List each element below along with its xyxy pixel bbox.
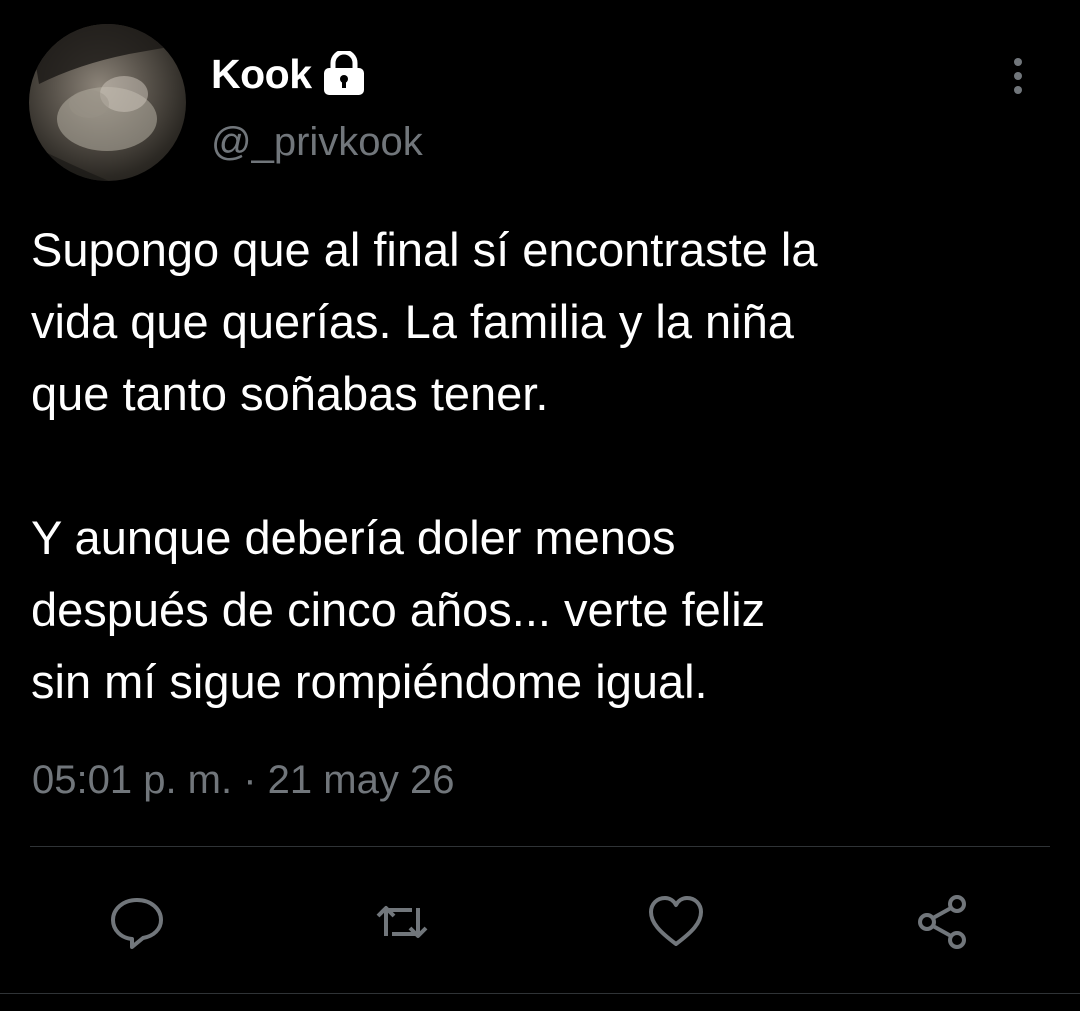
retweet-icon — [376, 906, 428, 938]
timestamp-row: 05:01 p. m. · 21 may 26 — [32, 758, 454, 803]
share-button[interactable] — [913, 892, 973, 952]
tweet-date[interactable]: 21 may 26 — [268, 758, 455, 802]
author-handle[interactable]: @_privkook — [211, 120, 423, 165]
timestamp-separator: · — [232, 758, 268, 802]
divider — [30, 846, 1050, 847]
more-vertical-icon[interactable] — [1000, 55, 1036, 97]
reply-button[interactable] — [107, 892, 167, 952]
avatar[interactable] — [29, 24, 186, 181]
bottom-divider — [0, 993, 1080, 994]
tweet-card: Kook @_privkook Supongo que al final sí … — [0, 0, 1080, 1011]
tweet-time[interactable]: 05:01 p. m. — [32, 758, 232, 802]
tweet-text: Supongo que al final sí encontraste la v… — [31, 223, 818, 708]
avatar-photo-icon — [29, 24, 186, 181]
retweet-button[interactable] — [372, 892, 432, 952]
reply-icon — [111, 898, 163, 949]
author-name-row: Kook — [211, 48, 368, 100]
display-name[interactable]: Kook — [211, 51, 312, 98]
heart-icon — [649, 896, 703, 946]
like-button[interactable] — [646, 892, 706, 952]
lock-icon — [320, 49, 368, 97]
share-icon — [918, 895, 966, 949]
